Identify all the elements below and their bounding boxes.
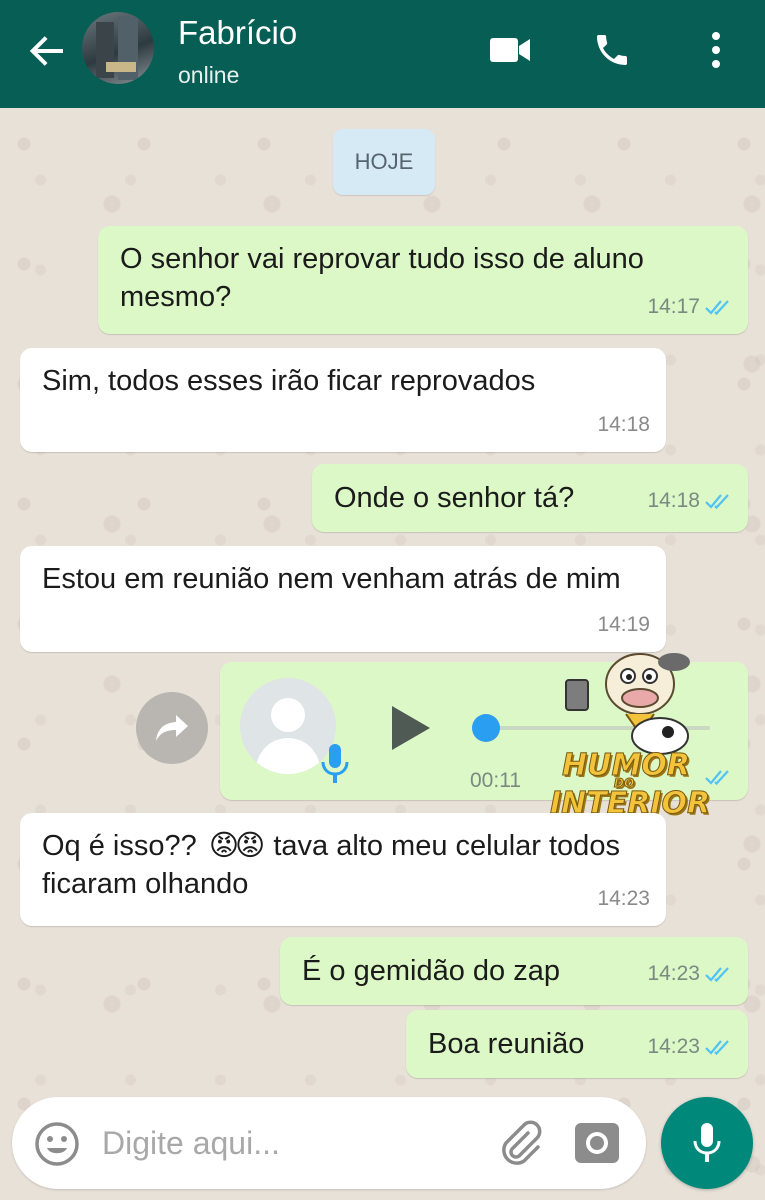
- date-separator: HOJE: [333, 129, 435, 195]
- incoming-message[interactable]: Sim, todos esses irão ficar reprovados 1…: [20, 348, 666, 452]
- voice-duration: 00:11: [470, 769, 521, 792]
- message-text: Sim, todos esses irão ficar reprovados: [42, 365, 536, 397]
- contact-name[interactable]: Fabrício: [178, 14, 297, 52]
- message-time: 14:17: [647, 295, 700, 318]
- video-call-button[interactable]: [486, 26, 534, 74]
- read-ticks-icon: [704, 768, 732, 786]
- read-ticks-icon: [704, 965, 732, 983]
- angry-emoji: 😡😡: [208, 830, 266, 862]
- read-ticks-icon: [704, 1038, 732, 1056]
- message-text: Boa reunião: [428, 1028, 585, 1060]
- message-text: O senhor vai reprovar tudo isso de aluno…: [120, 243, 644, 313]
- read-ticks-icon: [704, 298, 732, 316]
- voice-record-button[interactable]: [661, 1097, 753, 1189]
- back-button[interactable]: [24, 26, 70, 76]
- play-icon[interactable]: [388, 704, 432, 752]
- message-meta: 14:23: [647, 955, 732, 993]
- contact-status: online: [178, 62, 240, 88]
- outgoing-message[interactable]: É o gemidão do zap 14:23: [280, 937, 748, 1005]
- more-vert-icon: [712, 32, 720, 68]
- outgoing-message[interactable]: Boa reunião 14:23: [406, 1010, 748, 1078]
- attach-icon[interactable]: [496, 1119, 542, 1167]
- message-time: 14:23: [597, 887, 650, 910]
- message-meta: 14:23: [597, 880, 650, 918]
- outgoing-message[interactable]: O senhor vai reprovar tudo isso de aluno…: [98, 226, 748, 334]
- video-call-icon: [490, 38, 530, 62]
- forward-button[interactable]: [136, 692, 208, 764]
- message-time: 14:18: [597, 413, 650, 436]
- message-text: Onde o senhor tá?: [334, 482, 575, 514]
- read-ticks-icon: [704, 492, 732, 510]
- phone-icon: [597, 35, 627, 65]
- mic-icon: [321, 744, 349, 783]
- forward-icon: [156, 715, 188, 741]
- message-text: Estou em reunião nem venham atrás de mim: [42, 563, 621, 595]
- back-arrow-icon: [29, 36, 63, 66]
- message-composer: [12, 1097, 646, 1189]
- incoming-message[interactable]: Oq é isso?? 😡😡 tava alto meu celular tod…: [20, 813, 666, 926]
- camera-icon[interactable]: [572, 1119, 622, 1167]
- message-time: 14:18: [647, 489, 700, 512]
- message-time: 14:23: [647, 962, 700, 985]
- mic-icon: [693, 1123, 721, 1162]
- message-input[interactable]: [102, 1117, 482, 1169]
- voice-progress-knob[interactable]: [472, 714, 500, 742]
- message-meta: 14:23: [647, 1028, 732, 1066]
- chat-header: Fabrício online: [0, 0, 765, 108]
- message-text-before: Oq é isso??: [42, 830, 197, 862]
- emoji-icon[interactable]: [34, 1121, 80, 1167]
- message-text: Oq é isso?? 😡😡 tava alto meu celular tod…: [42, 827, 652, 903]
- voice-call-button[interactable]: [588, 26, 636, 74]
- message-meta: 14:18: [647, 482, 732, 520]
- contact-avatar[interactable]: [82, 12, 154, 84]
- more-options-button[interactable]: [692, 26, 740, 74]
- message-meta: 14:18: [597, 406, 650, 444]
- message-text: É o gemidão do zap: [302, 955, 560, 987]
- outgoing-message[interactable]: Onde o senhor tá? 14:18: [312, 464, 748, 532]
- message-meta: 14:17: [647, 288, 732, 326]
- message-time: 14:23: [647, 1035, 700, 1058]
- humor-do-interior-watermark: HUMOR DO INTERIOR: [548, 636, 711, 822]
